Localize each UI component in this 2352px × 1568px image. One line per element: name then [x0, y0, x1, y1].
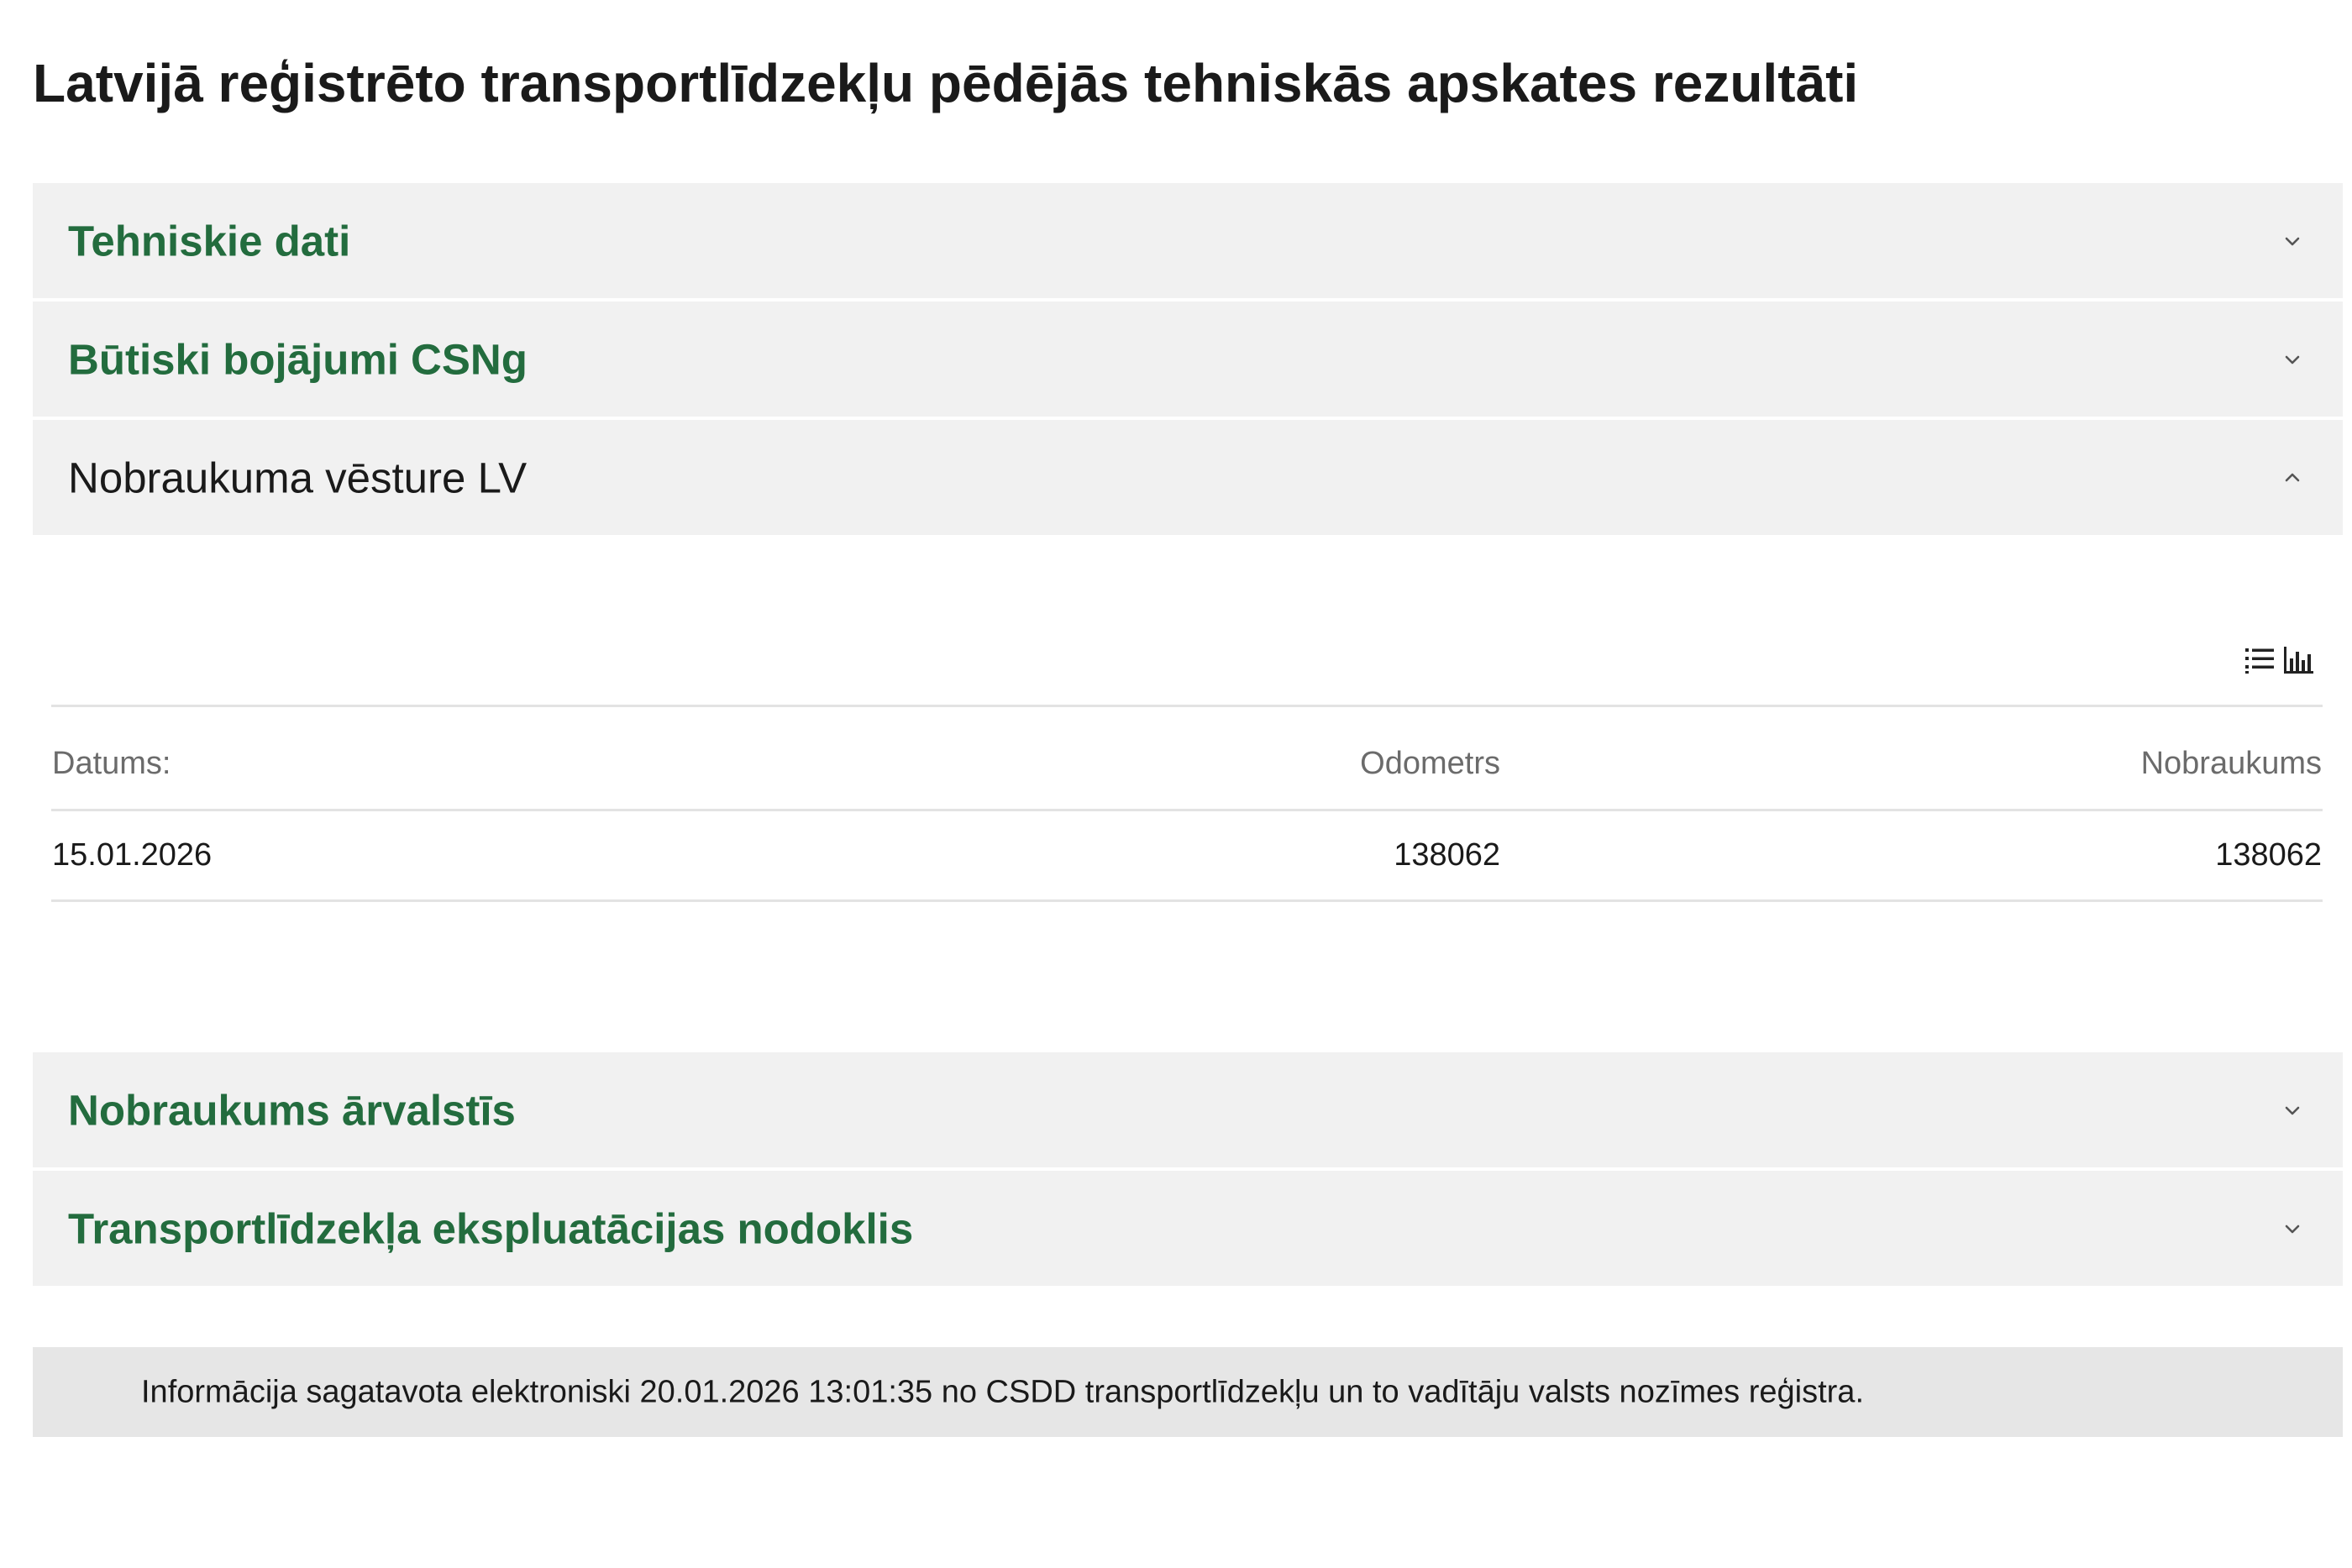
accordion-technical-data[interactable]: Tehniskie dati: [33, 183, 2343, 298]
column-header-date: Datums:: [52, 746, 171, 781]
accordion-label: Būtiski bojājumi CSNg: [68, 335, 528, 383]
cell-date: 15.01.2026: [52, 837, 213, 873]
chevron-down-icon: [2284, 351, 2301, 368]
footer-text: Informācija sagatavota elektroniski 20.0…: [141, 1374, 1864, 1409]
mileage-history-panel: [33, 537, 2343, 1049]
list-view-icon[interactable]: [2243, 643, 2276, 677]
table-header-rule: [51, 809, 2323, 811]
accordion-vehicle-operation-tax[interactable]: Transportlīdzekļa ekspluatācijas nodokli…: [33, 1171, 2343, 1286]
column-header-odometer: Odometrs: [1360, 746, 1500, 781]
cell-mileage: 138062: [2215, 837, 2322, 873]
accordion-label: Nobraukuma vēsture LV: [68, 454, 528, 501]
info-footer: Informācija sagatavota elektroniski 20.0…: [33, 1347, 2343, 1437]
page-title: Latvijā reģistrēto transportlīdzekļu pēd…: [33, 53, 1859, 113]
cell-odometer: 138062: [1394, 837, 1500, 873]
table-top-rule: [51, 705, 2323, 707]
accordion-label: Nobraukums ārvalstīs: [68, 1086, 516, 1134]
column-header-mileage: Nobraukums: [2140, 746, 2322, 781]
accordion-label: Tehniskie dati: [68, 217, 351, 265]
view-toggle: [2243, 643, 2315, 677]
chevron-up-icon: [2284, 469, 2301, 486]
chevron-down-icon: [2284, 1220, 2301, 1237]
bar-chart-view-icon[interactable]: [2281, 643, 2315, 677]
chevron-down-icon: [2284, 1102, 2301, 1119]
accordion-significant-damage[interactable]: Būtiski bojājumi CSNg: [33, 302, 2343, 417]
chevron-down-icon: [2284, 233, 2301, 249]
table-bottom-rule: [51, 899, 2323, 902]
accordion-label: Transportlīdzekļa ekspluatācijas nodokli…: [68, 1204, 914, 1252]
accordion-mileage-history-lv[interactable]: Nobraukuma vēsture LV: [33, 420, 2343, 535]
accordion-mileage-abroad[interactable]: Nobraukums ārvalstīs: [33, 1052, 2343, 1167]
